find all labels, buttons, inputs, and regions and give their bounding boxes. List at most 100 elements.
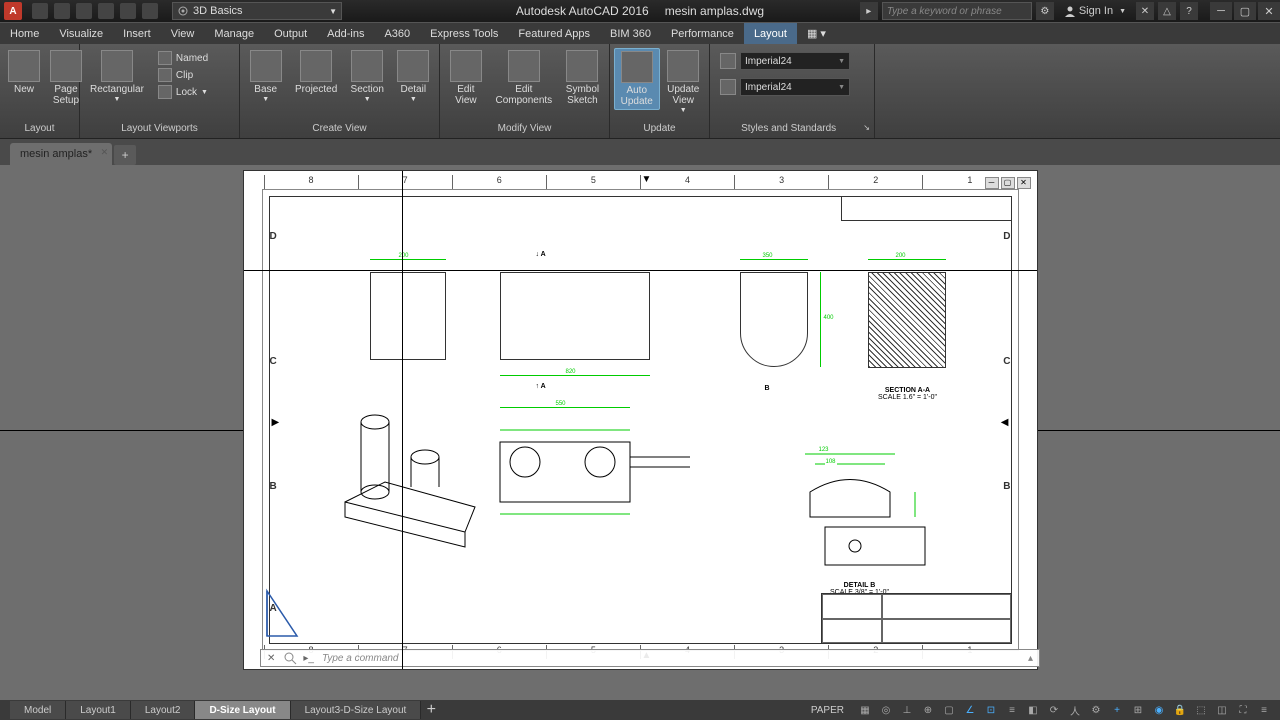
projected-icon [300, 50, 332, 82]
monitor-icon[interactable]: + [1107, 701, 1127, 719]
save-icon[interactable] [76, 3, 92, 19]
edit-view-button[interactable]: Edit View [444, 48, 488, 108]
drawing-view-top [740, 272, 808, 367]
space-toggle-button[interactable]: PAPER [805, 705, 850, 716]
close-button[interactable]: ✕ [1258, 2, 1280, 20]
editview-icon [450, 50, 482, 82]
drawing-view-section [868, 272, 946, 368]
annotation-icon[interactable]: 人 [1065, 701, 1085, 719]
cycling-icon[interactable]: ⟳ [1044, 701, 1064, 719]
tab-view[interactable]: View [161, 23, 205, 44]
add-layout-button[interactable]: + [421, 701, 441, 719]
otrack-icon[interactable]: ∠ [960, 701, 980, 719]
annotation-style-combo[interactable]: Imperial24▼ [740, 78, 850, 96]
cleanscreen-icon[interactable]: ⛶ [1233, 701, 1253, 719]
panel-title[interactable]: Styles and Standards ↘ [714, 121, 870, 136]
keytips-icon[interactable]: ▸ [860, 2, 878, 20]
named-icon [158, 51, 172, 65]
edit-components-button[interactable]: Edit Components [490, 48, 558, 108]
command-input[interactable]: Type a command [318, 653, 1022, 664]
snap-icon[interactable]: ◎ [876, 701, 896, 719]
minimize-button[interactable]: ─ [1210, 2, 1232, 20]
viewport-close-button[interactable]: ✕ [1017, 177, 1031, 189]
panel-title: Modify View [444, 121, 605, 136]
quickprops-icon[interactable]: ◉ [1149, 701, 1169, 719]
section-icon [351, 50, 383, 82]
layout-tab[interactable]: Layout1 [66, 701, 131, 719]
tab-layout[interactable]: Layout [744, 23, 797, 44]
customize-icon[interactable]: ≡ [1254, 701, 1274, 719]
tab-performance[interactable]: Performance [661, 23, 744, 44]
panel-title: Layout [4, 121, 75, 136]
exchange-icon[interactable]: ✕ [1136, 2, 1154, 20]
projected-view-button[interactable]: Projected [289, 48, 342, 97]
tab-visualize[interactable]: Visualize [49, 23, 113, 44]
hardware-icon[interactable]: ⬚ [1191, 701, 1211, 719]
lock-ui-icon[interactable]: 🔒 [1170, 701, 1190, 719]
maximize-button[interactable]: ▢ [1234, 2, 1256, 20]
tab-manage[interactable]: Manage [204, 23, 264, 44]
tab-home[interactable]: Home [0, 23, 49, 44]
redo-icon[interactable] [142, 3, 158, 19]
tab-bim360[interactable]: BIM 360 [600, 23, 661, 44]
tab-output[interactable]: Output [264, 23, 317, 44]
layout-tab[interactable]: Layout3-D-Size Layout [291, 701, 422, 719]
base-view-button[interactable]: Base▼ [244, 48, 287, 105]
tab-addins[interactable]: Add-ins [317, 23, 374, 44]
lock-viewport-button[interactable]: Lock ▼ [154, 84, 212, 100]
open-icon[interactable] [54, 3, 70, 19]
new-icon[interactable] [32, 3, 48, 19]
lineweight-icon[interactable]: ≡ [1002, 701, 1022, 719]
drawing-canvas[interactable]: ─ ▢ ✕ 87654321 87654321 D C B A D C B A [0, 165, 1280, 675]
units-icon[interactable]: ⊞ [1128, 701, 1148, 719]
rectangular-viewport-button[interactable]: Rectangular▼ [84, 48, 150, 105]
new-layout-button[interactable]: New [4, 48, 44, 97]
cloud-icon[interactable]: △ [1158, 2, 1176, 20]
section-view-button[interactable]: Section▼ [345, 48, 390, 105]
layout-tab[interactable]: D-Size Layout [195, 701, 290, 719]
osnap-icon[interactable]: ▢ [939, 701, 959, 719]
layout-tab-model[interactable]: Model [10, 701, 66, 719]
new-document-button[interactable]: + [114, 145, 136, 165]
ribbon-tabs: Home Visualize Insert View Manage Output… [0, 22, 1280, 44]
clip-viewport-button[interactable]: Clip [154, 67, 212, 83]
command-line[interactable]: ✕ ▸_ Type a command ▴ [260, 649, 1040, 667]
tab-a360[interactable]: A360 [374, 23, 420, 44]
detail-view-button[interactable]: Detail▼ [392, 48, 435, 105]
polar-icon[interactable]: ⊕ [918, 701, 938, 719]
transparency-icon[interactable]: ◧ [1023, 701, 1043, 719]
dimension: 400 [823, 315, 835, 321]
paper-sheet: ─ ▢ ✕ 87654321 87654321 D C B A D C B A [243, 170, 1038, 670]
document-tab[interactable]: mesin amplas*✕ [10, 143, 112, 165]
tab-express[interactable]: Express Tools [420, 23, 508, 44]
symbol-sketch-button[interactable]: Symbol Sketch [560, 48, 605, 108]
signin-button[interactable]: Sign In▼ [1058, 5, 1132, 17]
app-icon[interactable]: A [4, 2, 22, 20]
update-view-button[interactable]: Update View▼ [662, 48, 706, 116]
auto-update-button[interactable]: Auto Update [614, 48, 660, 110]
undo-icon[interactable] [120, 3, 136, 19]
help-icon[interactable]: ? [1180, 2, 1198, 20]
search-icon [283, 651, 297, 665]
tab-extra-icon[interactable]: ▦ ▾ [797, 23, 836, 44]
chevron-down-icon: ▼ [329, 7, 337, 16]
layout-tab[interactable]: Layout2 [131, 701, 196, 719]
workspace-icon[interactable]: ⚙ [1086, 701, 1106, 719]
search-input[interactable]: Type a keyword or phrase [882, 2, 1032, 20]
drawing-view-front [370, 272, 446, 360]
named-viewport-button[interactable]: Named [154, 50, 212, 66]
ortho-icon[interactable]: ⊥ [897, 701, 917, 719]
dyn-icon[interactable]: ⊡ [981, 701, 1001, 719]
command-history-button[interactable]: ▴ [1022, 653, 1039, 664]
tab-featured[interactable]: Featured Apps [508, 23, 600, 44]
close-icon[interactable]: ✕ [261, 653, 281, 664]
dimension-style-combo[interactable]: Imperial24▼ [740, 52, 850, 70]
tab-insert[interactable]: Insert [113, 23, 161, 44]
close-icon[interactable]: ✕ [101, 147, 109, 158]
workspace-selector[interactable]: 3D Basics ▼ [172, 2, 342, 20]
isolate-icon[interactable]: ◫ [1212, 701, 1232, 719]
grid-icon[interactable]: ▦ [855, 701, 875, 719]
infocenter-icon[interactable]: ⚙ [1036, 2, 1054, 20]
dimension: 123 [818, 447, 830, 453]
plot-icon[interactable] [98, 3, 114, 19]
